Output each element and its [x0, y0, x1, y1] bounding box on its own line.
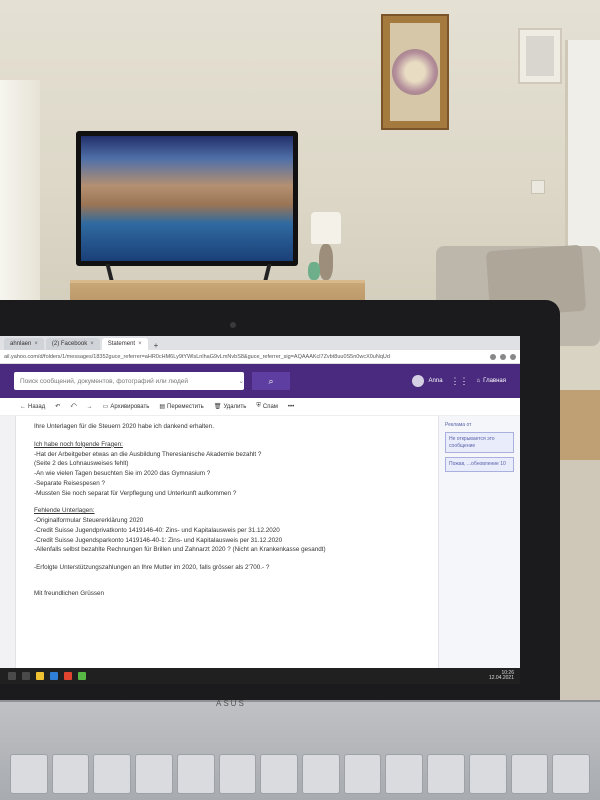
- user-menu[interactable]: Anna: [411, 375, 443, 387]
- apps-grid-icon[interactable]: ⋮⋮: [451, 376, 469, 387]
- start-icon[interactable]: [8, 672, 16, 680]
- browser-tab-facebook[interactable]: (2) Facebook ×: [45, 338, 100, 350]
- star-icon[interactable]: [490, 353, 496, 360]
- url-text[interactable]: ail.yahoo.com/d/folders/1/messages/18352…: [4, 354, 486, 360]
- home-label: Главная: [483, 378, 506, 384]
- framed-picture: [381, 14, 449, 130]
- message-line: -Mussten Sie noch separat für Verpflegun…: [34, 489, 237, 497]
- user-name: Anna: [428, 378, 443, 384]
- laptop-brand-logo: ASUS: [216, 699, 246, 708]
- tab-label: Statement: [107, 341, 136, 347]
- message-closing: Mit freundlichen Grüssen: [34, 589, 104, 597]
- avatar: [411, 375, 424, 387]
- laptop-screen: ahnlaen × (2) Facebook × Statement × + ail.…: [0, 336, 520, 684]
- keyboard: [0, 748, 600, 800]
- small-framed-picture: [518, 28, 562, 84]
- photo-scene: ahnlaen × (2) Facebook × Statement × + ail.…: [0, 0, 600, 800]
- ad-panel-title: Реклама от: [445, 422, 472, 428]
- tab-label: ahnlaen: [10, 341, 32, 347]
- lamp-shade: [311, 212, 341, 244]
- message-line: Ihre Unterlagen für die Steuern 2020 hab…: [34, 423, 214, 430]
- folder-strip[interactable]: [0, 416, 16, 676]
- close-icon[interactable]: ×: [90, 341, 94, 347]
- light-switch: [531, 180, 545, 194]
- address-bar[interactable]: ail.yahoo.com/d/folders/1/messages/18352…: [0, 350, 520, 364]
- search-button[interactable]: ⌕: [252, 372, 290, 390]
- folder-icon[interactable]: [36, 672, 44, 680]
- profile-icon[interactable]: [510, 353, 516, 360]
- television: [76, 131, 298, 266]
- close-icon[interactable]: ×: [138, 341, 142, 347]
- chrome-icon[interactable]: [78, 672, 86, 680]
- home-icon: ⌂: [476, 378, 481, 384]
- message-line: -Allenfalls selbst bezahlte Rechnungen f…: [34, 546, 326, 554]
- message-body: Ihre Unterlagen für die Steuern 2020 hab…: [16, 416, 438, 676]
- search-input[interactable]: Поиск сообщений, документов, фотографий …: [14, 372, 244, 390]
- search-icon[interactable]: [22, 672, 30, 680]
- ad-box[interactable]: Не открывается это сообщение: [445, 432, 514, 453]
- chevron-down-icon[interactable]: ⌄: [239, 377, 244, 385]
- reply-all-icon[interactable]: ⤺: [70, 403, 76, 410]
- message-line: -An wie vielen Tagen besuchten Sie im 20…: [34, 470, 211, 477]
- forward-icon[interactable]: →: [87, 404, 93, 410]
- archive-button[interactable]: ▭ Архивировать: [103, 403, 150, 411]
- webcam: [230, 322, 236, 328]
- green-vase: [308, 262, 320, 280]
- message-heading: Fehlende Unterlagen:: [34, 507, 95, 515]
- edge-icon[interactable]: [50, 672, 58, 680]
- message-line: (Seite 2 des Lohnausweises fehlt): [34, 460, 129, 468]
- move-button[interactable]: ▤ Переместить: [159, 403, 203, 411]
- reply-icon[interactable]: ↶: [55, 403, 60, 410]
- window-light: [0, 80, 40, 330]
- message-line: -Erfolgte Unterstützungszahlungen an Ihr…: [34, 564, 270, 571]
- message-line: -Hat der Arbeitgeber etwas an die Ausbil…: [34, 450, 262, 458]
- message-heading: Ich habe noch folgende Fragen:: [34, 440, 123, 448]
- back-button[interactable]: ← Назад: [20, 404, 45, 410]
- close-icon[interactable]: ×: [34, 341, 38, 347]
- browser-tab-statement[interactable]: Statement ×: [101, 338, 148, 350]
- message-line: -Credit Suisse Jugendprivatkonto 1419146…: [34, 526, 280, 534]
- system-clock[interactable]: 10:26 12.04.2021: [489, 670, 520, 682]
- message-toolbar: ← Назад ↶ ⤺ → ▭ Архивировать ▤ Перемести…: [0, 398, 520, 416]
- office-icon[interactable]: [64, 672, 72, 680]
- search-icon: ⌕: [268, 375, 274, 386]
- ad-box[interactable]: Пожав, ...обновление 10: [445, 457, 514, 472]
- windows-taskbar: 10:26 12.04.2021: [0, 668, 520, 684]
- message-line: -Originalformular Steuererklärung 2020: [34, 517, 144, 524]
- browser-tab[interactable]: ahnlaen ×: [4, 338, 44, 350]
- message-line: -Separate Reisespesen ?: [34, 479, 106, 487]
- tab-label: (2) Facebook: [51, 341, 88, 347]
- tv-screen-coastline: [81, 136, 293, 261]
- more-button[interactable]: •••: [288, 404, 294, 410]
- home-button[interactable]: ⌂ Главная: [477, 378, 506, 384]
- ad-panel: Реклама от Не открывается это сообщение …: [438, 416, 520, 676]
- new-tab-button[interactable]: +: [150, 341, 163, 350]
- mail-header: Поиск сообщений, документов, фотографий …: [0, 364, 520, 398]
- message-line: -Credit Suisse Jugendsparkonto 1419146-4…: [34, 536, 283, 544]
- browser-tab-strip: ahnlaen × (2) Facebook × Statement × +: [0, 336, 520, 350]
- spam-button[interactable]: ⛨ Спам: [256, 403, 278, 410]
- extension-icon[interactable]: [500, 353, 506, 360]
- search-placeholder: Поиск сообщений, документов, фотографий …: [20, 377, 188, 385]
- lamp-base: [319, 244, 333, 280]
- delete-button[interactable]: 🗑 Удалить: [214, 403, 247, 411]
